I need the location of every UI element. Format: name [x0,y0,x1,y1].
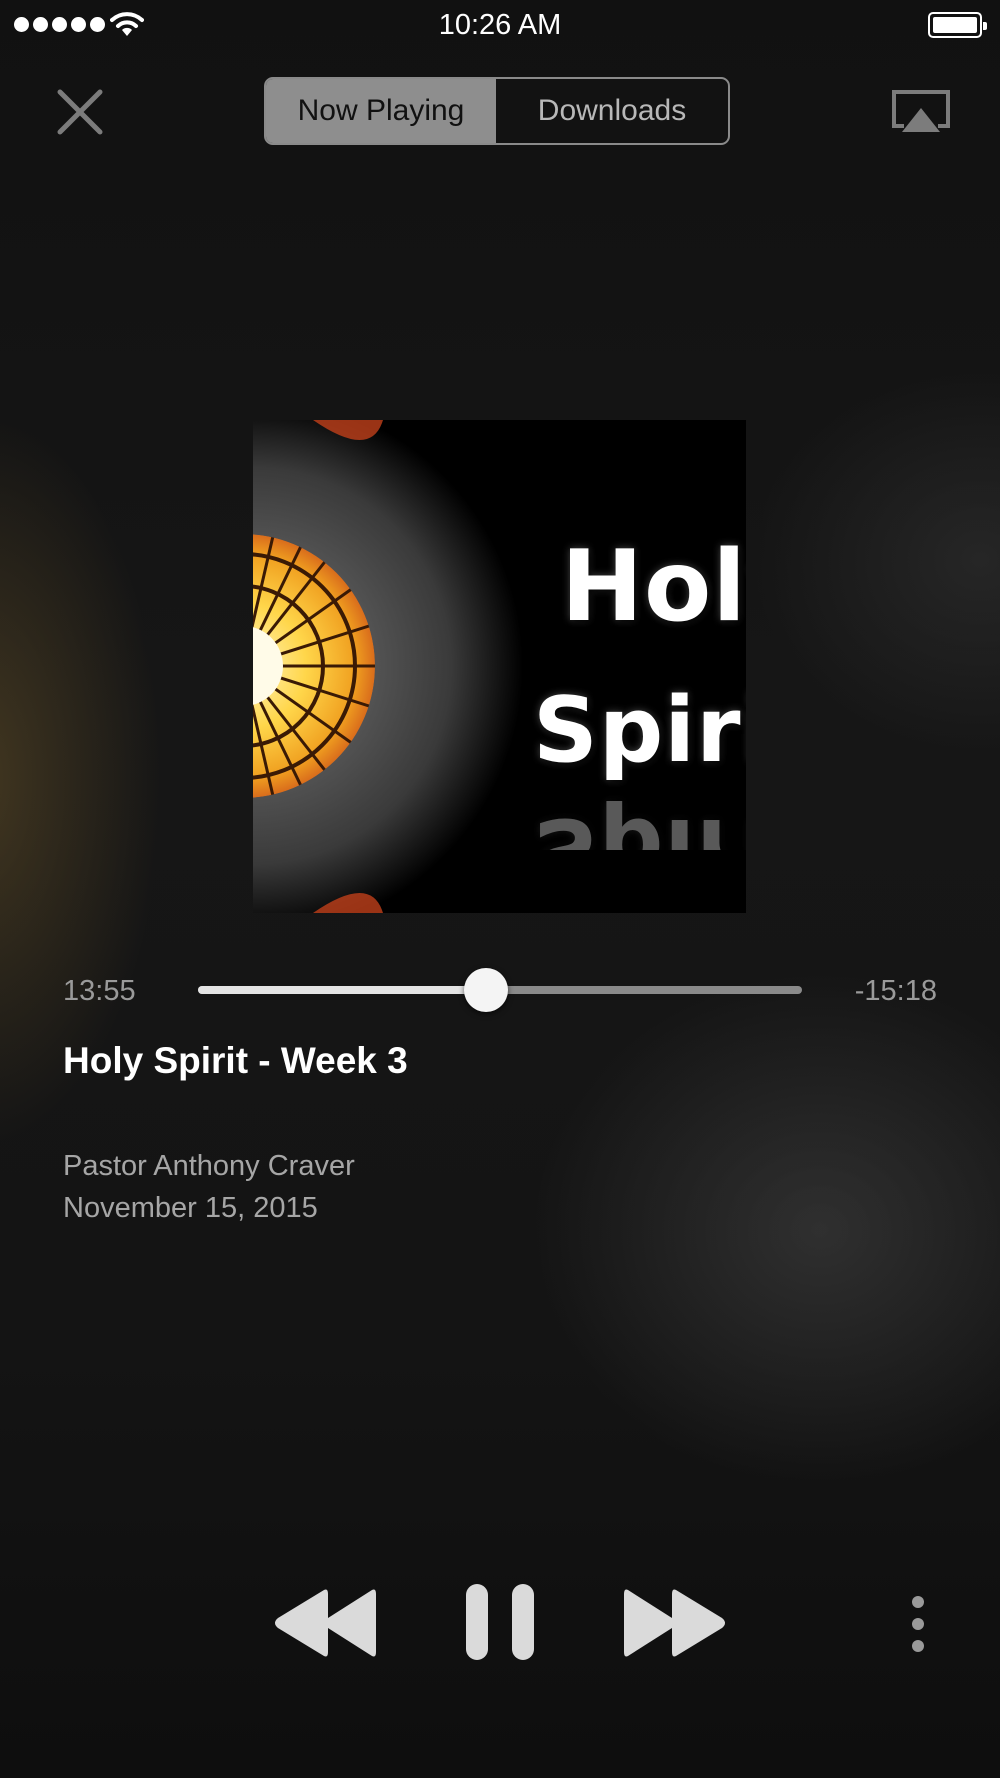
artwork-reflection-text: Spirit [533,798,746,850]
artwork-text-reflection: Spirit [533,790,746,850]
battery-full-icon [928,12,987,38]
airplay-icon[interactable] [890,88,952,136]
track-title: Holy Spirit - Week 3 [63,1040,408,1081]
status-time: 10:26 AM [438,9,562,41]
progress-thumb[interactable] [464,968,509,1012]
album-artwork: Holy Spirit Spirit [253,420,746,913]
pause-icon[interactable] [464,1582,536,1662]
artwork-text-line1: Holy [561,530,746,644]
rewind-icon[interactable] [270,1586,376,1660]
close-icon[interactable] [56,88,104,136]
more-vertical-icon[interactable] [900,1594,936,1654]
status-bar: 10:26 AM [0,0,1000,52]
remaining-time: -15:18 [854,975,937,1007]
tab-now-playing[interactable]: Now Playing [266,79,496,143]
view-segmented-control: Now Playing Downloads [264,77,730,145]
tab-downloads[interactable]: Downloads [496,79,728,143]
speaker-name: Pastor Anthony Craver [63,1150,355,1182]
progress-slider[interactable] [198,968,802,1012]
artwork-text-line2: Spirit [533,678,746,783]
elapsed-time: 13:55 [63,975,136,1007]
progress-played [198,986,487,994]
fast-forward-icon[interactable] [624,1586,730,1660]
sermon-date: November 15, 2015 [63,1192,318,1224]
